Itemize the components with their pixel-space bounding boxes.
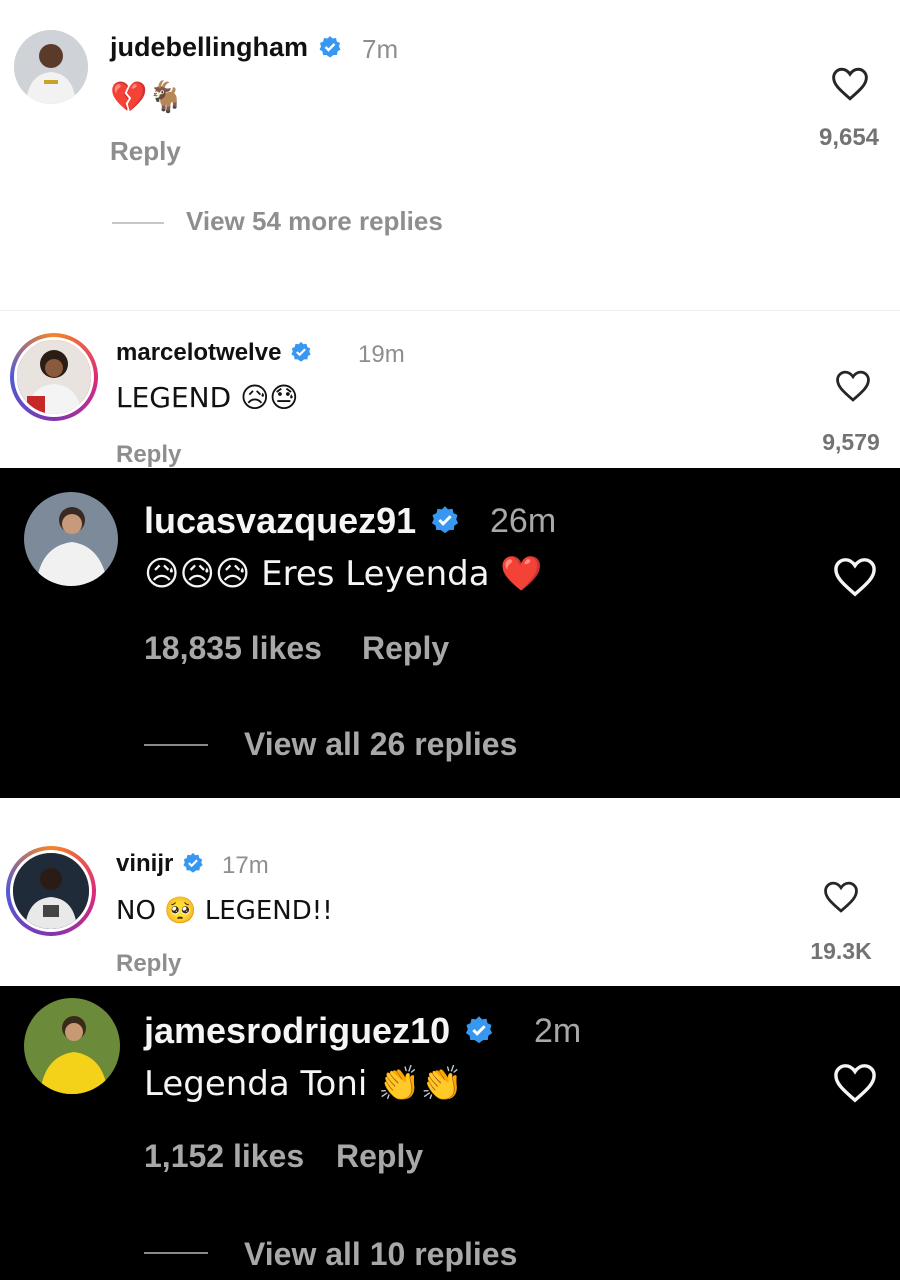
reply-button[interactable]: Reply bbox=[116, 441, 181, 468]
like-count: 9,579 bbox=[822, 429, 880, 455]
profile-photo bbox=[24, 492, 118, 586]
comment-text: 😥😥😥 Eres Leyenda ❤️ bbox=[144, 554, 543, 594]
comment-text: LEGEND 😥😓 bbox=[116, 381, 299, 414]
timestamp: 26m bbox=[490, 502, 557, 540]
heart-icon[interactable] bbox=[822, 880, 860, 914]
comment-jamesrodriguez10: jamesrodriguez10 2m Legenda Toni 👏👏 1,15… bbox=[0, 986, 900, 1280]
reply-button[interactable]: Reply bbox=[110, 136, 181, 167]
view-replies-link[interactable]: View all 26 replies bbox=[244, 726, 517, 763]
username[interactable]: jamesrodriguez10 bbox=[144, 1010, 494, 1052]
comment-text: NO 🥺 LEGEND!! bbox=[116, 896, 333, 926]
comment-vinijr: vinijr 17m NO 🥺 LEGEND!! Reply 19.3K bbox=[0, 798, 900, 986]
avatar[interactable] bbox=[24, 492, 118, 586]
avatar[interactable] bbox=[14, 30, 88, 104]
verified-badge-icon bbox=[432, 506, 459, 534]
username[interactable]: judebellingham bbox=[110, 32, 342, 63]
view-replies-link[interactable]: View 54 more replies bbox=[186, 206, 443, 237]
timestamp: 17m bbox=[222, 852, 269, 879]
profile-photo bbox=[24, 998, 120, 1094]
comment-text: Legenda Toni 👏👏 bbox=[144, 1064, 463, 1104]
username[interactable]: vinijr bbox=[116, 850, 204, 878]
replies-divider bbox=[144, 744, 208, 746]
replies-divider bbox=[112, 222, 164, 224]
view-replies-link[interactable]: View all 10 replies bbox=[244, 1236, 517, 1273]
comment-marcelotwelve: marcelotwelve 19m LEGEND 😥😓 Reply 9,579 bbox=[0, 310, 900, 468]
timestamp: 19m bbox=[358, 341, 405, 368]
reply-button[interactable]: Reply bbox=[116, 950, 181, 978]
verified-badge-icon bbox=[466, 1016, 493, 1044]
reply-button[interactable]: Reply bbox=[362, 630, 449, 667]
comment-lucasvazquez91: lucasvazquez91 26m 😥😥😥 Eres Leyenda ❤️ 1… bbox=[0, 468, 900, 798]
replies-divider bbox=[144, 1252, 208, 1254]
timestamp: 2m bbox=[534, 1012, 582, 1050]
comment-judebellingham: judebellingham 7m 💔🐐 Reply 9,654 View 54… bbox=[0, 0, 900, 310]
likes-count[interactable]: 1,152 likes bbox=[144, 1138, 304, 1175]
avatar[interactable] bbox=[10, 333, 98, 421]
heart-icon[interactable] bbox=[830, 66, 870, 102]
username[interactable]: lucasvazquez91 bbox=[144, 500, 460, 542]
avatar[interactable] bbox=[24, 998, 120, 1094]
heart-icon[interactable] bbox=[832, 1062, 878, 1104]
profile-photo bbox=[14, 30, 88, 104]
username[interactable]: marcelotwelve bbox=[116, 339, 312, 367]
verified-badge-icon bbox=[183, 852, 203, 873]
verified-badge-icon bbox=[319, 35, 341, 58]
timestamp: 7m bbox=[362, 34, 399, 64]
profile-photo bbox=[13, 853, 89, 929]
heart-icon[interactable] bbox=[832, 556, 878, 598]
profile-photo bbox=[17, 340, 91, 414]
likes-count[interactable]: 18,835 likes bbox=[144, 630, 322, 667]
verified-badge-icon bbox=[291, 341, 311, 362]
reply-button[interactable]: Reply bbox=[336, 1138, 423, 1175]
comment-text: 💔🐐 bbox=[110, 80, 185, 115]
like-count: 9,654 bbox=[818, 124, 880, 151]
like-count: 19.3K bbox=[810, 938, 872, 964]
heart-icon[interactable] bbox=[834, 369, 872, 403]
avatar[interactable] bbox=[6, 846, 96, 936]
